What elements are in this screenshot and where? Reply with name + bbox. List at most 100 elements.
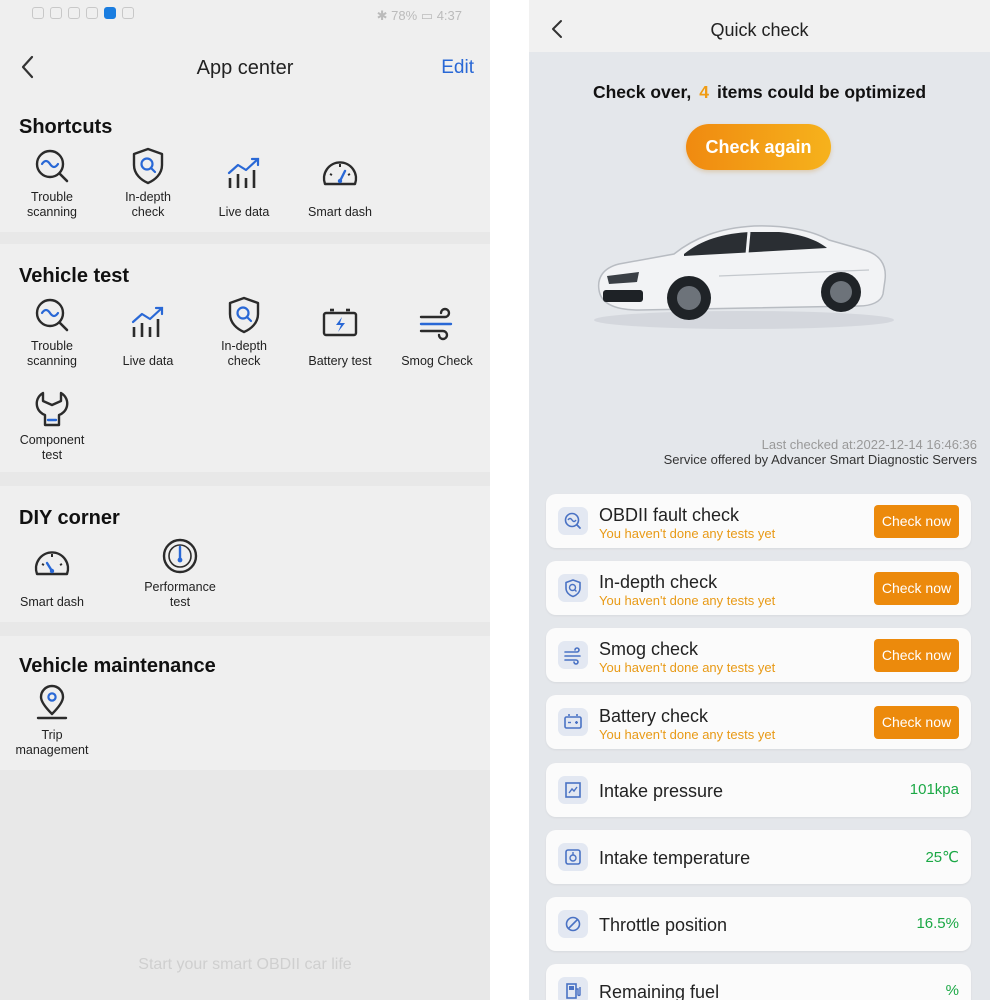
diy-performance-test[interactable]: Performance test	[132, 536, 228, 610]
reading-intake-pressure: Intake pressure 101kpa	[546, 763, 971, 817]
tile-label: In-depth check	[221, 339, 267, 368]
tile-label: Component test	[19, 433, 85, 462]
tile-label: Smog Check	[401, 354, 473, 368]
optimize-count: 4	[699, 82, 709, 102]
vehicle-test-component-test[interactable]: Component test	[4, 389, 100, 463]
check-now-button[interactable]: Check now	[874, 505, 959, 538]
check-again-button[interactable]: Check again	[686, 124, 831, 170]
check-status: You haven't done any tests yet	[599, 727, 776, 742]
reading-value: 101kpa	[909, 781, 959, 798]
check-name: Smog check	[599, 639, 699, 659]
shield-search-icon	[558, 574, 588, 602]
reading-name: Remaining fuel	[599, 982, 720, 1000]
shortcut-smart-dash[interactable]: Smart dash	[292, 154, 388, 220]
bluetooth-icon: ✱	[376, 8, 388, 23]
battery-icon: ▭	[420, 8, 434, 23]
quick-check-screen: Quick check Check over, 4 items could be o…	[529, 0, 990, 1000]
throttle-icon	[558, 910, 588, 938]
battery-level: 78%	[391, 8, 418, 23]
status-bar: ✱ 78% ▭ 4:37	[0, 0, 490, 32]
footer-tagline: Start your smart OBDII car life	[138, 956, 352, 973]
battery-icon	[558, 708, 588, 736]
vehicle-maintenance-section: Vehicle maintenance Trip management	[0, 636, 490, 770]
section-title: Vehicle maintenance	[19, 655, 216, 677]
check-card-in-depth: In-depth check You haven't done any test…	[546, 561, 971, 615]
check-status: You haven't done any tests yet	[599, 526, 776, 541]
app-center-screen: ✱ 78% ▭ 4:37 App center Edit Shortcuts T…	[0, 0, 490, 1000]
tile-label: Live data	[218, 205, 270, 219]
vehicle-test-battery-test[interactable]: Battery test	[292, 303, 388, 369]
reading-name: Intake temperature	[599, 848, 751, 868]
clock: 4:37	[436, 8, 462, 23]
vehicle-test-in-depth-check[interactable]: In-depth check	[196, 295, 292, 369]
speedometer-icon	[162, 538, 198, 574]
vehicle-test-smog-check[interactable]: Smog Check	[389, 303, 485, 369]
check-now-button[interactable]: Check now	[874, 639, 959, 672]
wrench-icon	[35, 391, 69, 427]
quick-check-header: Quick check	[529, 0, 990, 52]
maintenance-trip-management[interactable]: Trip management	[4, 684, 100, 758]
location-pin-icon	[36, 684, 68, 720]
tile-label: Live data	[122, 354, 174, 368]
chart-icon	[131, 306, 164, 337]
page-title: App center	[196, 57, 294, 79]
service-provider-note: Service offered by Advancer Smart Diagno…	[663, 452, 977, 467]
notification-icon	[86, 7, 98, 19]
fuel-pump-icon	[558, 977, 588, 1000]
vehicle-test-section: Vehicle test Trouble scanning Live data I…	[0, 244, 490, 472]
edit-button[interactable]: Edit	[441, 57, 474, 79]
check-now-button[interactable]: Check now	[874, 572, 959, 605]
obdii-check-icon	[558, 507, 588, 535]
reading-throttle-position: Throttle position 16.5%	[546, 897, 971, 951]
trouble-scan-icon	[35, 149, 69, 183]
check-card-obdii-fault: OBDII fault check You haven't done any t…	[546, 494, 971, 548]
tile-label: In-depth check	[125, 190, 171, 219]
shortcut-trouble-scanning[interactable]: Trouble scanning	[4, 146, 100, 220]
shield-search-icon	[132, 147, 164, 185]
thermometer-icon	[558, 843, 588, 871]
check-card-smog: Smog check You haven't done any tests ye…	[546, 628, 971, 682]
wind-icon	[558, 641, 588, 669]
tile-label: Performance test	[144, 580, 216, 609]
check-summary: Check over, 4 items could be optimized	[592, 82, 927, 102]
check-status: You haven't done any tests yet	[599, 593, 776, 608]
check-name: OBDII fault check	[599, 505, 740, 525]
signal-icon	[32, 7, 44, 19]
check-now-button[interactable]: Check now	[874, 706, 959, 739]
gauge-icon	[34, 551, 70, 576]
shortcuts-section: Shortcuts Trouble scanning In-depth check …	[0, 104, 490, 232]
app-icon	[104, 7, 116, 19]
battery-icon	[322, 308, 358, 337]
shortcut-live-data[interactable]: Live data	[196, 154, 292, 220]
vehicle-test-live-data[interactable]: Live data	[100, 303, 196, 369]
wind-icon	[419, 307, 453, 341]
tile-label: Battery test	[308, 354, 372, 368]
chart-icon	[227, 157, 260, 188]
reading-remaining-fuel: Remaining fuel %	[546, 964, 971, 1000]
vehicle-test-trouble-scanning[interactable]: Trouble scanning	[4, 295, 100, 369]
reading-name: Intake pressure	[599, 781, 724, 801]
nfc-icon	[68, 7, 80, 19]
gauge-icon	[322, 161, 358, 186]
pressure-gauge-icon	[558, 776, 588, 804]
reading-intake-temperature: Intake temperature 25℃	[546, 830, 971, 884]
check-status: You haven't done any tests yet	[599, 660, 776, 675]
status-right: ✱ 78% ▭ 4:37	[377, 8, 462, 24]
section-title: DIY corner	[19, 507, 120, 529]
tile-label: Smart dash	[20, 595, 84, 609]
check-name: Battery check	[599, 706, 709, 726]
shortcut-in-depth-check[interactable]: In-depth check	[100, 146, 196, 220]
status-icons	[32, 7, 134, 19]
page-title: Quick check	[710, 20, 809, 40]
section-title: Shortcuts	[19, 116, 113, 138]
shield-search-icon	[228, 296, 260, 334]
music-icon	[122, 7, 134, 19]
diy-corner-section: DIY corner Smart dash Performance test	[0, 486, 490, 622]
app-header: App center Edit	[0, 32, 490, 104]
reading-value: 16.5%	[916, 915, 959, 932]
reading-name: Throttle position	[599, 915, 728, 935]
diy-smart-dash[interactable]: Smart dash	[4, 544, 100, 610]
reading-value: 25℃	[925, 849, 959, 866]
reading-value: %	[945, 982, 959, 999]
tile-label: Trip management	[15, 728, 89, 757]
